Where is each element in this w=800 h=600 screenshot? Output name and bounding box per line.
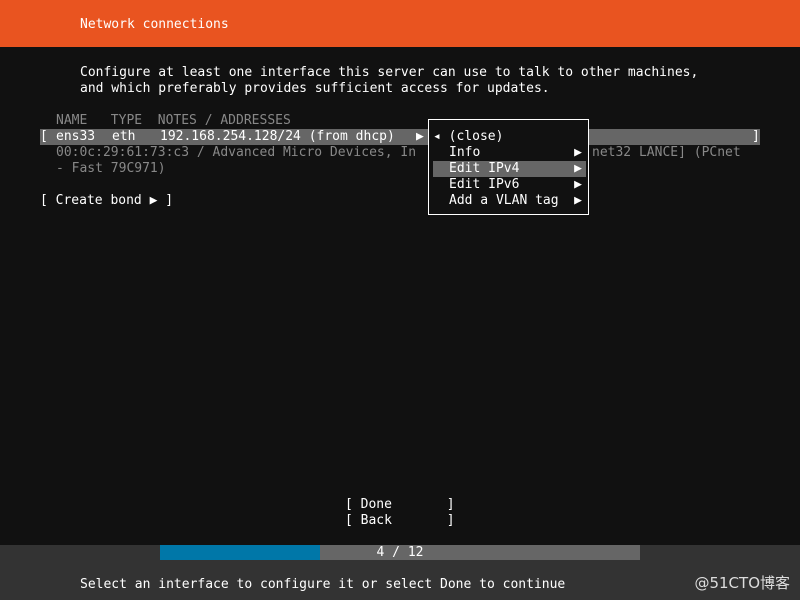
menu-item-edit-ipv4[interactable]: Edit IPv4 ▶	[433, 161, 586, 177]
create-bond-button[interactable]: [ Create bond ▶ ]	[40, 193, 173, 209]
progress-label: 4 / 12	[376, 545, 424, 560]
interface-action-menu: ◂ (close) Info ▶ Edit IPv4 ▶ Edit IPv6 ▶ Ad…	[428, 119, 589, 215]
status-text: Select an interface to configure it or s…	[80, 577, 566, 592]
interface-row-ens33[interactable]: [ ens33 eth 192.168.254.128/24 (from dhc…	[40, 129, 760, 145]
interface-type: eth	[112, 129, 136, 144]
row-arrow-icon: ▶	[416, 129, 424, 144]
back-button[interactable]: [ Back ]	[345, 513, 455, 529]
interface-address: 192.168.254.128/24 (from dhcp)	[160, 129, 395, 144]
progress-bar: 4 / 12	[160, 545, 640, 560]
menu-item-add-vlan[interactable]: Add a VLAN tag ▶	[433, 193, 586, 209]
menu-item-info[interactable]: Info ▶	[433, 145, 586, 161]
interface-detail-cont: net32 LANCE] (PCnet	[592, 145, 741, 160]
intro-line-1: Configure at least one interface this se…	[80, 65, 699, 80]
page-title: Network connections	[80, 17, 229, 32]
watermark: @51CTO博客	[694, 574, 790, 592]
chevron-right-icon: ▶	[574, 161, 582, 176]
intro-line-2: and which preferably provides sufficient…	[80, 81, 550, 96]
interface-detail-line2: - Fast 79C971)	[56, 161, 166, 176]
chevron-right-icon: ▶	[574, 145, 582, 160]
menu-item-close[interactable]: ◂ (close)	[433, 129, 586, 145]
interface-detail: 00:0c:29:61:73:c3 / Advanced Micro Devic…	[56, 145, 417, 160]
menu-label: Info	[449, 145, 481, 160]
menu-label: Edit IPv4	[449, 161, 520, 176]
done-button[interactable]: [ Done ]	[345, 497, 455, 513]
header-bar: Network connections	[0, 0, 800, 47]
interface-name: ens33	[56, 129, 96, 144]
bracket-close: ]	[752, 129, 760, 144]
menu-label: Add a VLAN tag	[449, 193, 559, 208]
chevron-right-icon: ▶	[574, 177, 582, 192]
menu-label: ◂ (close)	[433, 129, 504, 144]
menu-item-edit-ipv6[interactable]: Edit IPv6 ▶	[433, 177, 586, 193]
bracket-open: [	[40, 129, 48, 144]
chevron-right-icon: ▶	[574, 193, 582, 208]
menu-label: Edit IPv6	[449, 177, 520, 192]
table-header: NAME TYPE NOTES / ADDRESSES	[56, 113, 291, 128]
